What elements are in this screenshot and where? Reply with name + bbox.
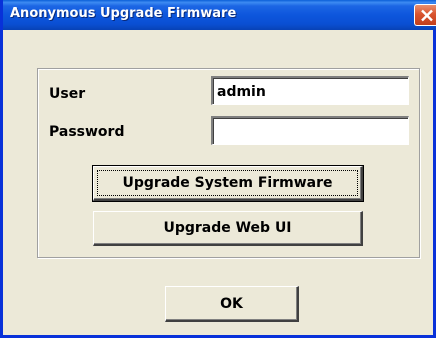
window-title: Anonymous Upgrade Firmware [10,6,237,21]
close-icon [421,9,433,22]
ok-button[interactable]: OK [165,286,299,322]
titlebar[interactable]: Anonymous Upgrade Firmware [3,0,436,30]
upgrade-system-firmware-button[interactable]: Upgrade System Firmware [92,165,364,202]
upgrade-web-ui-button[interactable]: Upgrade Web UI [93,211,363,246]
user-input[interactable] [211,76,409,105]
user-label: User [49,86,86,102]
upgrade-web-ui-label: Upgrade Web UI [163,220,292,236]
ok-label: OK [220,296,243,312]
close-button[interactable] [414,4,436,26]
upgrade-system-firmware-label: Upgrade System Firmware [122,175,333,191]
dialog-window: Anonymous Upgrade Firmware User Password… [0,0,436,338]
password-input[interactable] [211,116,409,145]
password-label: Password [49,124,125,140]
